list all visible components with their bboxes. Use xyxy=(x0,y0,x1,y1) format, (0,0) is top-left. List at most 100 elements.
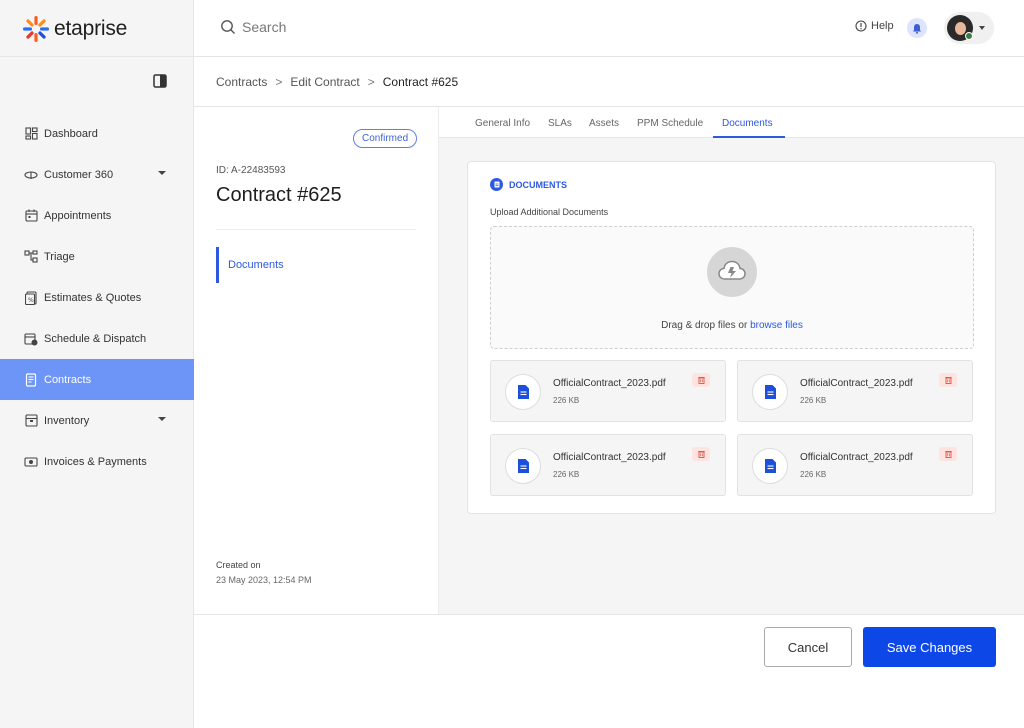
file-size: 226 KB xyxy=(800,470,827,479)
etaprise-logo-icon xyxy=(23,16,49,42)
file-dropzone[interactable]: Drag & drop files or browse files xyxy=(490,226,974,349)
tab-assets[interactable]: Assets xyxy=(589,118,619,129)
sidebar-item-inventory[interactable]: Inventory xyxy=(0,400,194,441)
file-item[interactable]: OfficialContract_2023.pdf 226 KB xyxy=(737,360,973,422)
pdf-file-icon xyxy=(752,448,788,484)
created-on-value: 23 May 2023, 12:54 PM xyxy=(216,575,312,585)
sidebar-divider xyxy=(0,56,194,57)
sidebar-item-label: Dashboard xyxy=(44,127,98,140)
tab-documents[interactable]: Documents xyxy=(722,118,773,129)
bell-icon xyxy=(913,23,921,34)
inventory-icon xyxy=(24,414,38,428)
main-content: General Info SLAs Assets PPM Schedule Do… xyxy=(439,107,1024,614)
file-name: OfficialContract_2023.pdf xyxy=(800,452,913,463)
search-placeholder: Search xyxy=(242,19,287,35)
sidebar-item-label: Invoices & Payments xyxy=(44,455,147,468)
triage-icon xyxy=(24,250,38,264)
app-name: etaprise xyxy=(54,17,128,40)
svg-text:%: % xyxy=(28,297,34,304)
help-label: Help xyxy=(871,20,894,32)
sidebar-item-triage[interactable]: Triage xyxy=(0,236,194,277)
chevron-right-icon: > xyxy=(275,75,283,89)
tab-ppm-schedule[interactable]: PPM Schedule xyxy=(637,118,703,129)
sidebar-item-schedule-dispatch[interactable]: Schedule & Dispatch xyxy=(0,318,194,359)
document-icon xyxy=(490,178,503,191)
breadcrumb-item-edit-contract[interactable]: Edit Contract xyxy=(290,75,359,89)
contract-id: ID: A-22483593 xyxy=(216,165,286,176)
browse-files-link[interactable]: browse files xyxy=(750,320,803,331)
sidebar: etaprise Dashboard Customer 360 Appointm… xyxy=(0,0,194,728)
notifications-button[interactable] xyxy=(907,18,927,38)
sidebar-item-label: Contracts xyxy=(44,373,92,386)
sidebar-item-invoices-payments[interactable]: Invoices & Payments xyxy=(0,441,194,482)
chevron-down-icon[interactable] xyxy=(158,417,166,421)
drop-instructions: Drag & drop files or browse files xyxy=(491,320,973,331)
help-icon xyxy=(855,20,867,32)
cancel-button[interactable]: Cancel xyxy=(764,627,852,667)
app-logo[interactable]: etaprise xyxy=(22,12,127,46)
schedule-icon xyxy=(24,332,38,346)
trash-icon xyxy=(944,451,952,458)
search-input[interactable]: Search xyxy=(220,19,286,35)
file-item[interactable]: OfficialContract_2023.pdf 226 KB xyxy=(490,434,726,496)
chevron-right-icon: > xyxy=(367,75,375,89)
drop-text: Drag & drop files or xyxy=(661,320,748,331)
help-button[interactable]: Help xyxy=(855,20,894,32)
sidebar-item-contracts[interactable]: Contracts xyxy=(0,359,194,400)
sidebar-collapse-icon[interactable] xyxy=(153,74,167,88)
sidebar-item-dashboard[interactable]: Dashboard xyxy=(0,113,194,154)
file-size: 226 KB xyxy=(800,396,827,405)
documents-card: DOCUMENTS Upload Additional Documents Dr… xyxy=(467,161,996,514)
delete-file-button[interactable] xyxy=(939,373,957,387)
pdf-file-icon xyxy=(505,448,541,484)
sidebar-item-customer-360[interactable]: Customer 360 xyxy=(0,154,194,195)
delete-file-button[interactable] xyxy=(692,447,710,461)
top-bar: Search Help xyxy=(194,0,1024,57)
online-status-icon xyxy=(965,32,973,40)
sidebar-nav: Dashboard Customer 360 Appointments Tria… xyxy=(0,113,194,482)
chevron-down-icon[interactable] xyxy=(158,171,166,175)
tab-slas[interactable]: SLAs xyxy=(548,118,572,129)
active-tab-indicator xyxy=(713,136,785,138)
delete-file-button[interactable] xyxy=(939,447,957,461)
file-name: OfficialContract_2023.pdf xyxy=(800,378,913,389)
tab-general-info[interactable]: General Info xyxy=(475,118,530,129)
detail-nav-documents[interactable]: Documents xyxy=(216,247,284,283)
status-badge: Confirmed xyxy=(353,129,418,148)
pdf-file-icon xyxy=(505,374,541,410)
breadcrumb: Contracts > Edit Contract > Contract #62… xyxy=(216,75,458,89)
sidebar-item-label: Inventory xyxy=(44,414,90,427)
breadcrumb-item-current: Contract #625 xyxy=(382,75,459,89)
sidebar-item-appointments[interactable]: Appointments xyxy=(0,195,194,236)
footer-actions: Cancel Save Changes xyxy=(194,614,1024,728)
file-item[interactable]: OfficialContract_2023.pdf 226 KB xyxy=(490,360,726,422)
sidebar-item-label: Triage xyxy=(44,250,75,263)
user-menu[interactable] xyxy=(944,12,994,44)
divider xyxy=(216,229,416,230)
sidebar-item-label: Customer 360 xyxy=(44,168,114,181)
customer-360-icon xyxy=(24,168,38,182)
dashboard-icon xyxy=(24,127,38,141)
calendar-icon xyxy=(24,209,38,223)
tab-bar: General Info SLAs Assets PPM Schedule Do… xyxy=(439,107,1024,138)
save-changes-button[interactable]: Save Changes xyxy=(863,627,996,667)
sidebar-item-estimates-quotes[interactable]: % Estimates & Quotes xyxy=(0,277,194,318)
trash-icon xyxy=(697,451,705,458)
upload-label: Upload Additional Documents xyxy=(490,207,609,217)
breadcrumb-bar: Contracts > Edit Contract > Contract #62… xyxy=(194,57,1024,107)
delete-file-button[interactable] xyxy=(692,373,710,387)
sidebar-item-label: Appointments xyxy=(44,209,112,222)
page-title: Contract #625 xyxy=(216,184,342,206)
file-size: 226 KB xyxy=(553,470,580,479)
file-name: OfficialContract_2023.pdf xyxy=(553,378,666,389)
section-header: DOCUMENTS xyxy=(490,178,567,191)
contracts-icon xyxy=(24,372,38,387)
chevron-down-icon xyxy=(979,26,985,30)
breadcrumb-item-contracts[interactable]: Contracts xyxy=(216,75,267,89)
file-item[interactable]: OfficialContract_2023.pdf 226 KB xyxy=(737,434,973,496)
section-title: DOCUMENTS xyxy=(509,179,567,190)
trash-icon xyxy=(697,377,705,384)
file-name: OfficialContract_2023.pdf xyxy=(553,452,666,463)
sidebar-item-label: Schedule & Dispatch xyxy=(44,332,147,345)
trash-icon xyxy=(944,377,952,384)
